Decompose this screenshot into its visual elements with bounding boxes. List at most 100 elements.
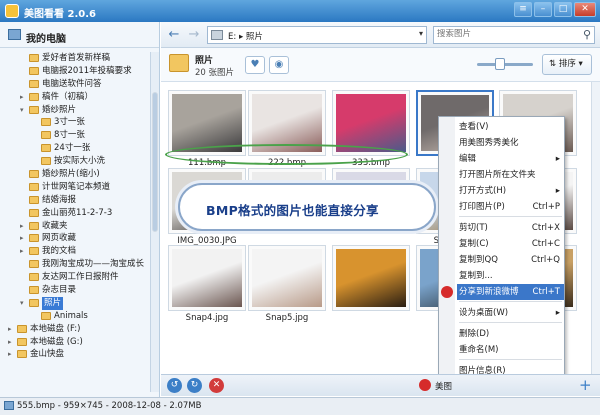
collapsed-arrow-icon[interactable]: ▸: [20, 245, 24, 258]
sidebar-item[interactable]: 友达网工作日报附件: [0, 271, 150, 284]
context-menu-item[interactable]: 设为桌面(W) ▸: [457, 305, 564, 321]
rotate-right-icon[interactable]: ↻: [187, 378, 202, 393]
sidebar-item[interactable]: 金山丽苑11-2-7-3: [0, 207, 150, 220]
sidebar-item-label: 婚纱照片: [42, 104, 77, 115]
minimize-button[interactable]: –: [534, 2, 552, 17]
sidebar-item[interactable]: 8寸一张: [0, 129, 150, 142]
folder-icon: [29, 260, 39, 269]
sidebar-item[interactable]: 结婚海报: [0, 194, 150, 207]
chevron-down-icon[interactable]: ▾: [419, 29, 423, 38]
back-arrow-icon[interactable]: ←: [165, 26, 183, 44]
sidebar-scroll-thumb[interactable]: [152, 92, 158, 232]
collapsed-arrow-icon[interactable]: ▸: [8, 348, 12, 361]
folder-icon: [17, 350, 27, 359]
sort-button[interactable]: ⇅ 排序 ▾: [542, 54, 592, 75]
submenu-arrow-icon: ▸: [555, 154, 560, 164]
eye-icon[interactable]: ◉: [269, 56, 289, 74]
chevron-down-icon: ▾: [578, 59, 583, 69]
sidebar-item[interactable]: ▸ 我的文档: [0, 245, 150, 258]
context-menu-item[interactable]: 重命名(M): [457, 342, 564, 358]
close-button[interactable]: ✕: [574, 2, 596, 17]
context-menu-item[interactable]: 复制到QQ Ctrl+Q: [457, 252, 564, 268]
heart-icon[interactable]: ♥: [245, 56, 265, 74]
context-menu-item[interactable]: 复制到...: [457, 268, 564, 284]
collapsed-arrow-icon[interactable]: ▸: [20, 91, 24, 104]
menu-item-label: 复制到QQ: [459, 255, 498, 265]
context-menu-item[interactable]: 删除(D): [457, 326, 564, 342]
sidebar-item[interactable]: 电脑送软件问答: [0, 78, 150, 91]
sidebar-item[interactable]: 按实际大小洗: [0, 155, 150, 168]
context-menu-item[interactable]: 复制(C) Ctrl+C: [457, 236, 564, 252]
collapsed-arrow-icon[interactable]: ▸: [8, 336, 12, 349]
folder-icon: [169, 54, 189, 72]
folder-icon: [29, 247, 39, 256]
annotation-bubble: BMP格式的图片也能直接分享: [178, 183, 436, 231]
sidebar-item-label: 按实际大小洗: [54, 156, 106, 167]
context-menu-item[interactable]: 分享到新浪微博 Ctrl+T: [457, 284, 564, 300]
sidebar-item[interactable]: ▸ 网页收藏: [0, 232, 150, 245]
sidebar-item[interactable]: 杂志目录: [0, 284, 150, 297]
search-input[interactable]: [437, 29, 577, 39]
sidebar-item[interactable]: ▸ 本地磁盘 (F:): [0, 323, 150, 336]
context-menu-item[interactable]: 打开方式(H) ▸: [457, 183, 564, 199]
sidebar-item[interactable]: 爱好者首发新样稿: [0, 52, 150, 65]
rotate-left-icon[interactable]: ↺: [167, 378, 182, 393]
context-menu-item[interactable]: 编辑 ▸: [457, 151, 564, 167]
sidebar-item[interactable]: ▸ 稿件（初稿）: [0, 91, 150, 104]
sidebar-item[interactable]: 婚纱照片(缩小): [0, 168, 150, 181]
menu-separator: [459, 322, 562, 323]
collapsed-arrow-icon[interactable]: ▸: [20, 220, 24, 233]
sidebar-item[interactable]: ▸ 收藏夹: [0, 220, 150, 233]
context-menu-item[interactable]: 打开图片所在文件夹: [457, 167, 564, 183]
search-box[interactable]: ⚲: [433, 26, 595, 44]
context-menu-item[interactable]: 剪切(T) Ctrl+X: [457, 220, 564, 236]
context-menu-item[interactable]: 用美图秀秀美化: [457, 135, 564, 151]
sidebar-item-label: 计世网笔记本频道: [42, 181, 111, 192]
thumbnail[interactable]: [168, 245, 246, 311]
share-label[interactable]: 美图: [435, 380, 452, 392]
sidebar-item-label: 杂志目录: [42, 285, 77, 296]
forward-arrow-icon[interactable]: →: [185, 26, 203, 44]
delete-icon[interactable]: ✕: [209, 378, 224, 393]
zoom-slider[interactable]: [477, 58, 533, 70]
menu-item-label: 打开图片所在文件夹: [459, 170, 536, 180]
sidebar-root-label: 我的电脑: [26, 34, 66, 45]
sidebar-item-label: 结婚海报: [42, 194, 77, 205]
context-menu-item[interactable]: 查看(V): [457, 119, 564, 135]
sidebar-item[interactable]: ▾ 婚纱照片: [0, 104, 150, 117]
menu-icon[interactable]: ≡: [514, 2, 532, 17]
weibo-icon[interactable]: [419, 379, 431, 391]
address-bar[interactable]: E: ▸ 照片 ▾: [207, 26, 427, 44]
sidebar-item-label: 稿件（初稿）: [42, 91, 94, 102]
sidebar-item-label: 本地磁盘 (G:): [30, 336, 83, 347]
thumbnail-image: [172, 249, 242, 307]
menu-item-label: 打开方式(H): [459, 186, 507, 196]
sidebar-item[interactable]: 3寸一张: [0, 116, 150, 129]
maximize-button[interactable]: □: [554, 2, 572, 17]
sidebar-item[interactable]: ▸ 本地磁盘 (G:): [0, 336, 150, 349]
sidebar-item-label: Animals: [54, 310, 88, 321]
sidebar-item[interactable]: 我刚淘宝成功——淘宝成长: [0, 258, 150, 271]
image-count: 20 张图片: [195, 68, 235, 78]
sidebar-item[interactable]: ▸ 金山快盘: [0, 348, 150, 361]
sidebar-item[interactable]: Animals: [0, 310, 150, 323]
zoom-slider-knob[interactable]: [495, 58, 505, 70]
context-menu-item[interactable]: 打印图片(P) Ctrl+P: [457, 199, 564, 215]
menu-item-shortcut: Ctrl+C: [531, 239, 560, 249]
thumbnail[interactable]: [248, 245, 326, 311]
expanded-arrow-icon[interactable]: ▾: [20, 297, 24, 310]
sidebar-scrollbar[interactable]: [150, 52, 159, 392]
sidebar-item[interactable]: ▾ 照片: [0, 296, 150, 310]
collapsed-arrow-icon[interactable]: ▸: [8, 323, 12, 336]
sidebar-item[interactable]: 24寸一张: [0, 142, 150, 155]
thumbnail[interactable]: [332, 245, 410, 311]
add-icon[interactable]: +: [579, 376, 592, 394]
search-icon[interactable]: ⚲: [583, 28, 591, 41]
sidebar-item[interactable]: 计世网笔记本频道: [0, 181, 150, 194]
sidebar-item[interactable]: 电脑报2011年投稿要求: [0, 65, 150, 78]
grid-scrollbar[interactable]: [591, 82, 600, 374]
sidebar-root[interactable]: 我的电脑: [0, 22, 159, 48]
expanded-arrow-icon[interactable]: ▾: [20, 104, 24, 117]
collapsed-arrow-icon[interactable]: ▸: [20, 232, 24, 245]
drive-icon: [211, 30, 223, 40]
